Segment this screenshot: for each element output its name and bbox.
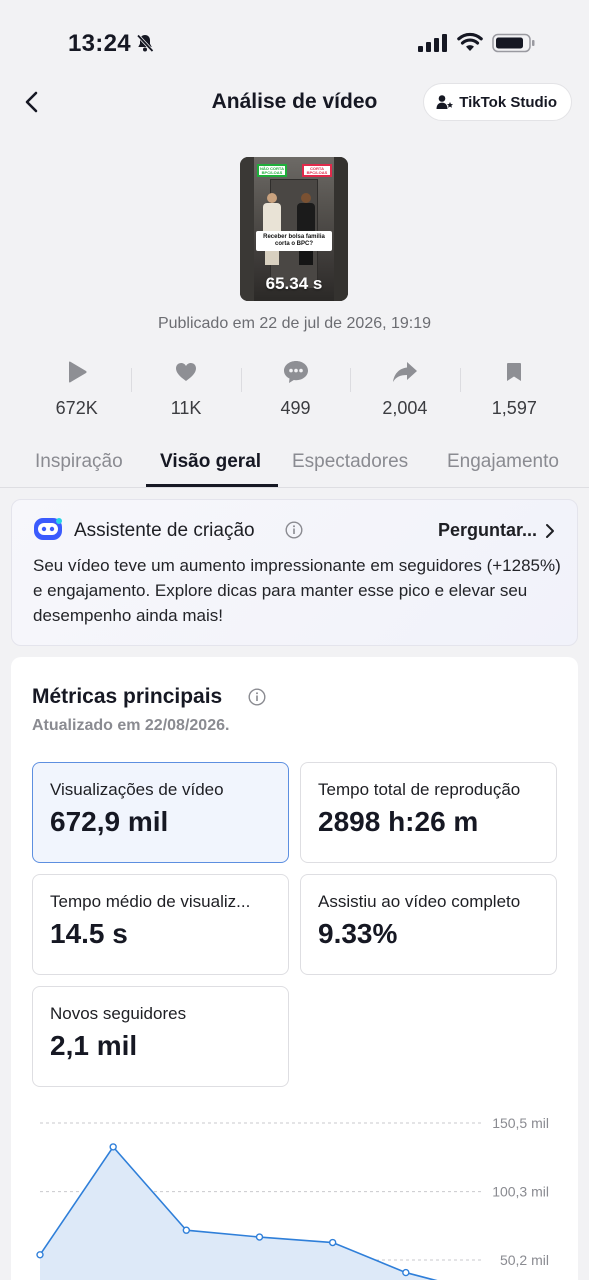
key-metrics-card: Métricas principais Atualizado em 22/08/… xyxy=(11,657,578,1280)
chart-point[interactable] xyxy=(402,1268,410,1277)
tab-active-indicator xyxy=(146,484,278,487)
bookmark-icon xyxy=(507,363,522,381)
tab-visao-geral[interactable]: Visão geral xyxy=(160,451,261,473)
tab-bar: Inspiração Visão geral Espectadores Enga… xyxy=(0,440,589,488)
heart-icon xyxy=(176,363,197,381)
header: Análise de vídeo TikTok Studio xyxy=(0,72,589,132)
chart-point[interactable] xyxy=(36,1251,44,1259)
wifi-icon xyxy=(457,32,483,51)
tab-inspiracao[interactable]: Inspiração xyxy=(35,451,123,473)
tab-espectadores[interactable]: Espectadores xyxy=(292,451,408,473)
status-bar: 13:24 xyxy=(0,0,589,70)
tiktok-studio-label: TikTok Studio xyxy=(459,93,557,111)
thumb-person-right xyxy=(296,193,316,267)
ask-button[interactable]: Perguntar... xyxy=(438,520,555,541)
metrics-updated: Atualizado em 22/08/2026. xyxy=(32,717,230,734)
metric-value: 672,9 mil xyxy=(50,806,169,837)
stat-value: 2,004 xyxy=(382,398,428,418)
metric-label: Assistiu ao vídeo completo xyxy=(318,892,521,911)
video-duration: 65.34 s xyxy=(265,274,323,293)
info-icon[interactable] xyxy=(285,521,303,539)
assistant-message: Seu vídeo teve um aumento impressionante… xyxy=(33,556,561,625)
stat-value: 11K xyxy=(170,398,202,418)
metric-value: 14.5 s xyxy=(50,918,128,949)
metric-card-total-watch-time[interactable]: Tempo total de reprodução 2898 h:26 m xyxy=(300,762,557,863)
battery-icon xyxy=(492,33,535,53)
comment-icon xyxy=(283,361,308,383)
ask-label: Perguntar... xyxy=(437,520,537,540)
tiktok-studio-button[interactable]: TikTok Studio xyxy=(423,83,572,121)
chart-y-tick-label: 150,5 mil xyxy=(492,1115,549,1131)
cellular-signal-icon xyxy=(418,34,447,52)
metric-card-new-followers[interactable]: Novos seguidores 2,1 mil xyxy=(32,986,289,1087)
metric-label: Visualizações de vídeo xyxy=(50,780,224,799)
metric-value: 2,1 mil xyxy=(50,1030,138,1061)
thumb-caption: Receber bolsa familia corta o BPC? xyxy=(256,231,332,251)
video-thumbnail[interactable]: NÃO CORTA BPC/LOAS CORTA BPC/LOAS Recebe… xyxy=(240,157,348,301)
published-date: Publicado em 22 de jul de 2026, 19:19 xyxy=(157,315,432,332)
status-time: 13:24 xyxy=(68,30,131,57)
metric-label: Novos seguidores xyxy=(50,1004,187,1023)
metric-card-watched-full[interactable]: Assistiu ao vídeo completo 9.33% xyxy=(300,874,557,975)
metric-card-avg-watch-time[interactable]: Tempo médio de visualiz... 14.5 s xyxy=(32,874,289,975)
metric-label: Tempo total de reprodução xyxy=(318,780,521,799)
chart-point[interactable] xyxy=(255,1233,264,1241)
stat-views[interactable]: 672K xyxy=(22,350,131,424)
tab-engajamento[interactable]: Engajamento xyxy=(447,451,559,473)
assistant-title: Assistente de criação xyxy=(74,520,255,541)
person-star-icon xyxy=(436,95,454,109)
chart-y-tick-label: 100,3 mil xyxy=(492,1184,549,1200)
metric-value: 2898 h:26 m xyxy=(318,806,479,837)
bell-slash-icon xyxy=(136,34,154,53)
stat-value: 1,597 xyxy=(491,398,537,418)
thumb-person-left xyxy=(262,193,282,267)
stats-row: 672K 11K 499 2,004 1,597 xyxy=(22,350,569,424)
thumb-tag-right: CORTA BPC/LOAS xyxy=(302,164,332,177)
stat-likes[interactable]: 11K xyxy=(131,350,240,424)
play-icon xyxy=(68,361,87,383)
stat-value: 499 xyxy=(280,398,311,418)
chart-point[interactable] xyxy=(109,1143,117,1151)
share-icon xyxy=(392,362,417,382)
views-chart: 150,5 mil 100,3 mil 50,2 mil xyxy=(36,1115,549,1280)
info-icon[interactable] xyxy=(248,688,266,706)
stat-value: 672K xyxy=(55,398,98,418)
stat-shares[interactable]: 2,004 xyxy=(350,350,459,424)
chart-point[interactable] xyxy=(182,1226,191,1234)
metric-label: Tempo médio de visualiz... xyxy=(50,892,251,911)
metric-card-video-views[interactable]: Visualizações de vídeo 672,9 mil xyxy=(32,762,289,863)
thumb-tag-left: NÃO CORTA BPC/LOAS xyxy=(257,164,287,177)
chevron-right-icon xyxy=(546,523,554,538)
assistant-bot-icon xyxy=(34,518,62,540)
metrics-title: Métricas principais xyxy=(32,685,223,708)
creation-assistant-card[interactable]: Assistente de criação Perguntar... Seu v… xyxy=(11,499,578,646)
stat-comments[interactable]: 499 xyxy=(240,350,350,424)
stat-saves[interactable]: 1,597 xyxy=(459,350,569,424)
chart-point[interactable] xyxy=(328,1238,337,1247)
chart-y-tick-label: 50,2 mil xyxy=(500,1252,549,1268)
metric-value: 9.33% xyxy=(318,918,398,949)
